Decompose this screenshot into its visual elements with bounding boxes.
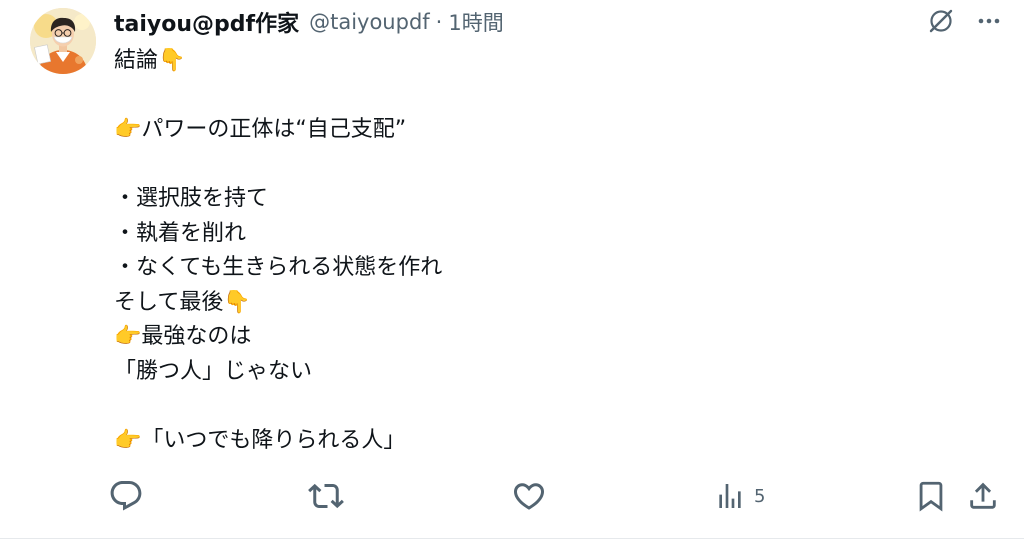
post-line: ・執着を削れ: [114, 220, 247, 246]
like-button[interactable]: [511, 478, 547, 514]
views-icon: [714, 480, 746, 512]
post-line: [114, 148, 974, 183]
views-button[interactable]: 5: [714, 478, 765, 514]
post-line: [114, 389, 974, 424]
post-body: 結論👇 👉パワーの正体は“自己支配” ・選択肢を持て ・執着を削れ ・なくても生…: [114, 44, 974, 458]
user-handle[interactable]: @taiyoupdf: [309, 10, 430, 34]
separator-dot: ·: [435, 10, 443, 34]
post-line: 結論👇: [114, 48, 186, 73]
share-icon: [966, 479, 1000, 513]
post-top-actions: [926, 6, 1002, 36]
share-button[interactable]: [966, 478, 1000, 514]
post-line: [114, 79, 974, 114]
bookmark-icon: [914, 479, 948, 513]
post-line: 👉最強なのは: [114, 324, 252, 349]
views-count: 5: [754, 485, 766, 507]
display-name[interactable]: taiyou@pdf作家: [114, 6, 299, 38]
post-line: 「勝つ人」じゃない: [114, 358, 313, 384]
grok-icon[interactable]: [926, 6, 956, 36]
post-time[interactable]: 1時間: [448, 7, 503, 37]
post[interactable]: taiyou@pdf作家 @taiyoupdf · 1時間 結論👇 👉パワーの正…: [0, 0, 1024, 539]
post-line: 👉パワーの正体は“自己支配”: [114, 117, 407, 142]
reply-button[interactable]: [108, 478, 144, 514]
reply-icon: [108, 478, 144, 514]
avatar[interactable]: [30, 8, 96, 74]
more-icon[interactable]: [976, 8, 1002, 34]
like-icon: [511, 478, 547, 514]
post-line: ・なくても生きられる状態を作れ: [114, 255, 443, 280]
post-action-bar: 5: [108, 478, 1004, 514]
post-header: taiyou@pdf作家 @taiyoupdf · 1時間: [114, 6, 504, 38]
repost-icon: [308, 478, 344, 514]
bookmark-button[interactable]: [914, 478, 948, 514]
post-line: そして最後👇: [114, 289, 251, 315]
post-line: 👉「いつでも降りられる人」: [114, 427, 406, 453]
repost-button[interactable]: [308, 478, 344, 514]
post-line: ・選択肢を持て: [114, 186, 269, 211]
